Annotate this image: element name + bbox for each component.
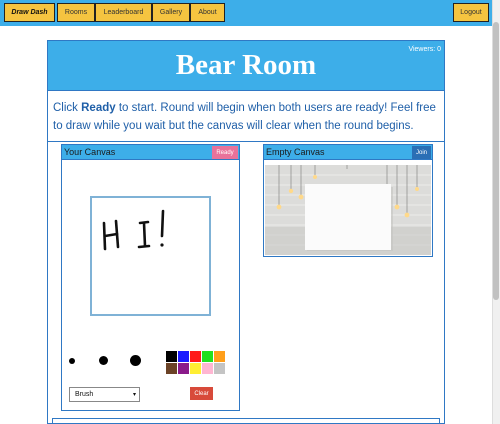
viewers-count: Viewers: 0 xyxy=(408,46,441,53)
page-scrollbar[interactable] xyxy=(492,0,500,424)
nav-leaderboard-button[interactable]: Leaderboard xyxy=(95,3,152,22)
color-swatch[interactable] xyxy=(190,363,201,374)
empty-canvas-title: Empty Canvas xyxy=(266,147,325,157)
color-swatch[interactable] xyxy=(178,351,189,362)
brush-size-large[interactable] xyxy=(130,355,141,366)
color-swatch[interactable] xyxy=(202,351,213,362)
empty-canvas-image xyxy=(265,165,431,255)
tool-select-value: Brush xyxy=(75,391,94,398)
drawing-canvas[interactable] xyxy=(90,196,211,316)
clear-button[interactable]: Clear xyxy=(190,387,213,400)
brush-size-medium[interactable] xyxy=(99,356,108,365)
room-title: Bear Room xyxy=(175,49,317,81)
nav-about-button[interactable]: About xyxy=(190,3,225,22)
brush-size-small[interactable] xyxy=(69,358,75,364)
color-swatch[interactable] xyxy=(214,351,225,362)
room-instructions: Click Ready to start. Round will begin w… xyxy=(53,99,439,135)
nav-rooms-button[interactable]: Rooms xyxy=(57,3,95,22)
join-button[interactable]: Join xyxy=(412,146,431,159)
instructions-ready-word: Ready xyxy=(81,102,116,114)
color-swatch[interactable] xyxy=(202,363,213,374)
color-swatch[interactable] xyxy=(166,363,177,374)
next-section-box xyxy=(52,418,440,424)
empty-canvas-card: Empty Canvas Join xyxy=(263,144,433,257)
your-canvas-card: Your Canvas Ready Brush ▾ Clear xyxy=(61,144,240,411)
drawing-strokes xyxy=(102,209,165,251)
your-canvas-header: Your Canvas Ready xyxy=(62,145,239,160)
nav-gallery-button[interactable]: Gallery xyxy=(152,3,190,22)
empty-canvas-header: Empty Canvas Join xyxy=(264,145,432,160)
tool-select[interactable]: Brush ▾ xyxy=(69,387,140,402)
chevron-down-icon: ▾ xyxy=(132,392,136,398)
logout-button[interactable]: Logout xyxy=(453,3,489,22)
instructions-prefix: Click xyxy=(53,102,82,114)
room-panel: Bear Room Viewers: 0 Click Ready to star… xyxy=(47,40,445,424)
nav-brand-button[interactable]: Draw Dash xyxy=(4,3,55,22)
color-swatch[interactable] xyxy=(178,363,189,374)
ready-button[interactable]: Ready xyxy=(212,146,238,159)
your-canvas-title: Your Canvas xyxy=(64,147,116,157)
color-swatch[interactable] xyxy=(190,351,201,362)
room-header: Bear Room Viewers: 0 xyxy=(48,41,444,91)
panel-divider xyxy=(48,141,444,142)
top-navbar: Draw Dash Rooms Leaderboard Gallery Abou… xyxy=(0,0,492,26)
scrollbar-thumb[interactable] xyxy=(493,22,499,300)
color-swatch[interactable] xyxy=(214,363,225,374)
color-swatch[interactable] xyxy=(166,351,177,362)
